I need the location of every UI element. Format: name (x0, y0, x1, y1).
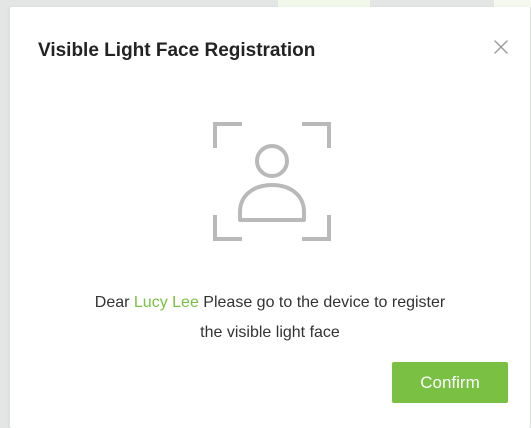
close-icon (494, 40, 508, 54)
close-button[interactable] (489, 35, 513, 59)
face-scan-icon (213, 122, 331, 241)
backdrop-accent (278, 0, 370, 7)
confirm-button[interactable]: Confirm (392, 362, 508, 403)
dialog-title: Visible Light Face Registration (38, 40, 316, 61)
message-greeting: Dear (94, 294, 130, 311)
face-registration-dialog: Visible Light Face Registration Dear Luc… (10, 7, 530, 428)
registration-message: Dear Lucy Lee Please go to the device to… (10, 288, 530, 348)
user-name: Lucy Lee (133, 294, 199, 311)
message-line-2: the visible light face (200, 324, 340, 341)
message-instruction: Please go to the device to register (203, 294, 446, 311)
backdrop-accent (494, 0, 531, 7)
message-line-1: Dear Lucy Lee Please go to the device to… (10, 288, 530, 318)
